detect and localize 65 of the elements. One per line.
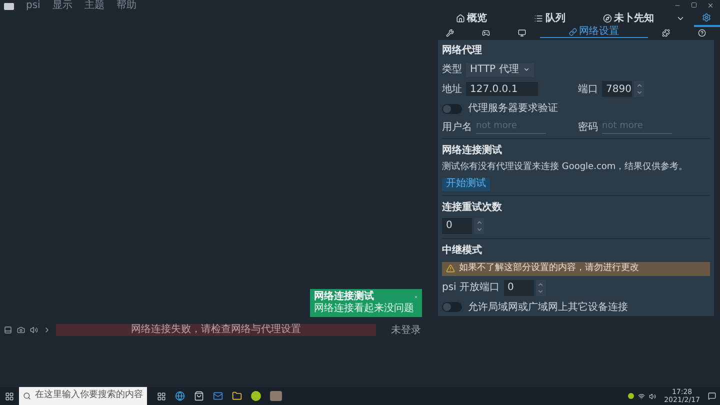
task-view-icon[interactable]: [157, 392, 166, 400]
field-label: 端口: [578, 82, 598, 96]
nav-tab[interactable]: 队列: [510, 10, 590, 27]
number-field[interactable]: 7890: [602, 81, 632, 97]
settings-tab[interactable]: 网络设置: [540, 27, 648, 38]
number-field[interactable]: 0: [442, 218, 472, 234]
field-label: psi 开放端口: [442, 280, 500, 295]
field-label: 用户名: [442, 120, 472, 135]
list-icon: [534, 14, 544, 23]
menu-item[interactable]: 显示: [52, 0, 72, 12]
gamepad-icon: [482, 28, 490, 36]
panel-icon[interactable]: [4, 326, 12, 334]
field-label: 地址: [442, 82, 462, 96]
taskbar-search-field[interactable]: 在这里输入你要搜索的内容: [19, 387, 147, 405]
description-text: 测试你有没有代理设置来连接 Google.com，结果仅供参考。: [442, 161, 688, 174]
nav-tab[interactable]: 概览: [432, 10, 511, 27]
home-icon: [456, 14, 465, 23]
field-label: 密码: [578, 120, 598, 135]
toggle-switch[interactable]: [442, 104, 462, 114]
link-icon: [569, 28, 577, 36]
notifications-icon[interactable]: [708, 392, 716, 400]
start-test-button[interactable]: 开始测试: [442, 178, 490, 190]
warning-banner: 如果不了解这部分设置的内容，请勿进行更改: [442, 262, 710, 276]
chevron-down-icon: [676, 14, 686, 23]
login-status: 未登录: [391, 324, 421, 338]
warning-icon: [446, 264, 455, 273]
network-icon: [638, 392, 646, 400]
chevron-down-icon: [523, 66, 530, 73]
app-logo-icon: [4, 2, 14, 10]
puzzle-icon: [662, 28, 670, 36]
maximize-icon[interactable]: [691, 2, 697, 8]
mail-icon[interactable]: [213, 391, 223, 401]
menu-item[interactable]: psi: [26, 0, 40, 12]
field-label: 类型: [442, 62, 462, 77]
toggle-switch[interactable]: [442, 302, 462, 312]
search-icon: [23, 392, 31, 400]
proxy-type-select[interactable]: HTTP 代理: [466, 62, 534, 76]
help-icon: [698, 28, 706, 36]
monitor-icon: [518, 28, 526, 36]
app-window-icon[interactable]: [270, 391, 282, 401]
start-icon[interactable]: [5, 392, 14, 400]
nav-tab[interactable]: 未卜先知: [589, 10, 668, 27]
menu-item[interactable]: 帮助: [116, 0, 136, 12]
store-icon[interactable]: [194, 391, 204, 401]
toggle-label: 代理服务器要求验证: [468, 102, 558, 116]
section-heading: 连接重试次数: [442, 200, 503, 214]
speaker-icon: [649, 392, 656, 400]
wrench-icon: [446, 28, 454, 36]
compass-icon: [602, 14, 612, 23]
folder-icon[interactable]: [232, 391, 242, 401]
camera-icon[interactable]: [17, 326, 25, 334]
browser-icon[interactable]: [175, 391, 185, 401]
section-heading: 网络代理: [442, 44, 483, 58]
address-field[interactable]: 127.0.0.1: [466, 82, 538, 96]
section-heading: 中继模式: [442, 244, 483, 258]
close-icon[interactable]: [707, 2, 714, 8]
section-heading: 网络连接测试: [442, 144, 502, 158]
chevron-right-icon[interactable]: [43, 326, 51, 334]
toggle-label: 允许局域网或广域网上其它设备连接: [468, 300, 628, 314]
status-message-bar: 网络连接失败，请检查网络与代理设置: [56, 324, 376, 336]
toast-message: 网络连接看起来没问题: [314, 303, 414, 315]
speaker-icon[interactable]: [30, 326, 38, 334]
toast-title: 网络连接测试: [314, 291, 375, 302]
settings-icon: [702, 13, 712, 22]
number-field[interactable]: 0: [504, 280, 534, 296]
